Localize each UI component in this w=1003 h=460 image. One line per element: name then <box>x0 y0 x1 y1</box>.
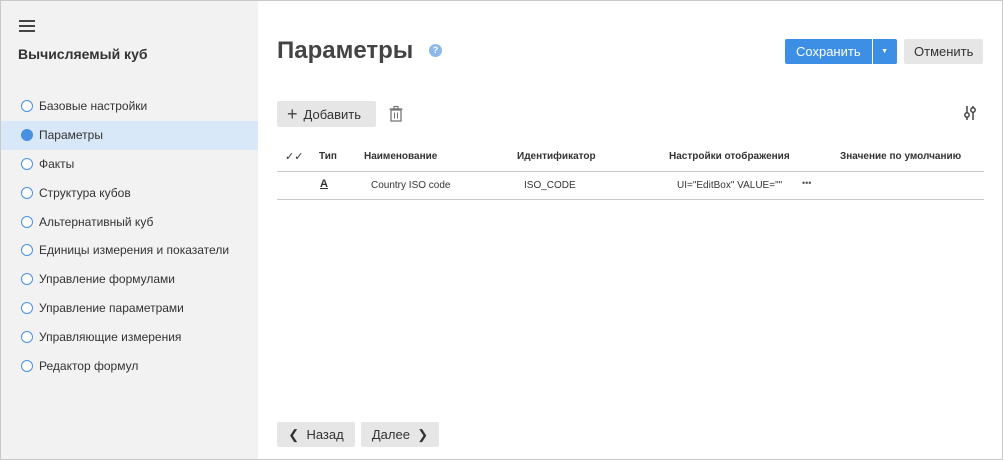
step-label: Альтернативный куб <box>39 214 154 229</box>
step-alternative-cube[interactable]: Альтернативный куб <box>1 207 258 236</box>
sidebar: Вычисляемый куб Базовые настройки Параме… <box>1 1 258 459</box>
column-header-identifier[interactable]: Идентификатор <box>517 151 596 162</box>
radio-icon <box>21 273 33 286</box>
step-cube-structure[interactable]: Структура кубов <box>1 178 258 207</box>
sidebar-title: Вычисляемый куб <box>18 46 148 62</box>
step-label: Структура кубов <box>39 185 131 200</box>
main-panel: Параметры ? Сохранить ▼ Отменить + Добав… <box>258 1 1002 459</box>
cancel-button[interactable]: Отменить <box>904 39 984 64</box>
step-label: Управление параметрами <box>39 300 184 315</box>
text-type-icon: A <box>320 178 328 190</box>
hamburger-menu-icon[interactable] <box>19 20 35 34</box>
step-control-dimensions[interactable]: Управляющие измерения <box>1 322 258 351</box>
column-header-display-settings[interactable]: Настройки отображения <box>669 151 790 162</box>
step-basic-settings[interactable]: Базовые настройки <box>1 92 258 121</box>
wizard-window: Вычисляемый куб Базовые настройки Параме… <box>0 0 1003 460</box>
step-formula-editor[interactable]: Редактор формул <box>1 351 258 380</box>
save-dropdown-button[interactable]: ▼ <box>871 39 897 64</box>
plus-icon: + <box>287 104 298 124</box>
radio-icon <box>21 100 33 113</box>
cell-display-settings[interactable]: UI="EditBox" VALUE="" <box>677 180 782 191</box>
back-button-label: Назад <box>306 427 344 442</box>
next-button-label: Далее <box>371 427 410 442</box>
trash-icon[interactable] <box>388 105 404 123</box>
step-label: Управление формулами <box>39 272 176 287</box>
add-parameter-button[interactable]: + Добавить <box>277 101 376 127</box>
help-icon[interactable]: ? <box>429 44 442 57</box>
edit-display-settings-ellipsis-icon[interactable]: ••• <box>802 178 811 188</box>
radio-icon <box>21 330 33 343</box>
column-header-default-value[interactable]: Значение по умолчанию <box>840 151 961 162</box>
column-header-name[interactable]: Наименование <box>364 151 437 162</box>
radio-icon <box>21 215 33 228</box>
parameters-table: ✓✓ Тип Наименование Идентификатор Настро… <box>277 144 984 200</box>
step-label: Параметры <box>39 128 103 143</box>
back-button[interactable]: ❮ Назад <box>277 422 355 447</box>
radio-icon <box>21 157 33 170</box>
radio-checked-icon <box>21 129 33 142</box>
step-label: Единицы измерения и показатели <box>39 243 230 258</box>
table-row[interactable]: A Country ISO code ISO_CODE UI="EditBox"… <box>277 172 984 200</box>
step-parameter-management[interactable]: Управление параметрами <box>1 294 258 323</box>
step-label: Базовые настройки <box>39 99 148 114</box>
column-header-type[interactable]: Тип <box>319 151 337 162</box>
step-facts[interactable]: Факты <box>1 150 258 179</box>
table-header: ✓✓ Тип Наименование Идентификатор Настро… <box>277 144 984 172</box>
step-units-and-measures[interactable]: Единицы измерения и показатели <box>1 236 258 265</box>
column-settings-icon[interactable] <box>962 105 978 121</box>
select-all-checkmark-icon[interactable]: ✓✓ <box>285 150 303 163</box>
step-parameters[interactable]: Параметры <box>1 120 258 150</box>
step-label: Редактор формул <box>39 358 139 373</box>
radio-icon <box>21 301 33 314</box>
step-label: Факты <box>39 156 75 171</box>
save-button-group: Сохранить ▼ <box>785 39 897 64</box>
cell-identifier[interactable]: ISO_CODE <box>524 180 576 191</box>
radio-icon <box>21 359 33 372</box>
radio-icon <box>21 244 33 257</box>
step-label: Управляющие измерения <box>39 329 182 344</box>
chevron-left-icon: ❮ <box>288 426 300 442</box>
chevron-right-icon: ❯ <box>417 426 429 442</box>
page-title: Параметры <box>277 37 414 64</box>
add-button-label: Добавить <box>303 106 361 122</box>
step-formula-management[interactable]: Управление формулами <box>1 265 258 294</box>
cell-name[interactable]: Country ISO code <box>371 180 450 191</box>
wizard-steps: Базовые настройки Параметры Факты Структ… <box>1 92 258 380</box>
save-button[interactable]: Сохранить <box>785 39 872 64</box>
next-button[interactable]: Далее ❯ <box>361 422 439 447</box>
radio-icon <box>21 186 33 199</box>
caret-down-icon: ▼ <box>881 48 889 55</box>
